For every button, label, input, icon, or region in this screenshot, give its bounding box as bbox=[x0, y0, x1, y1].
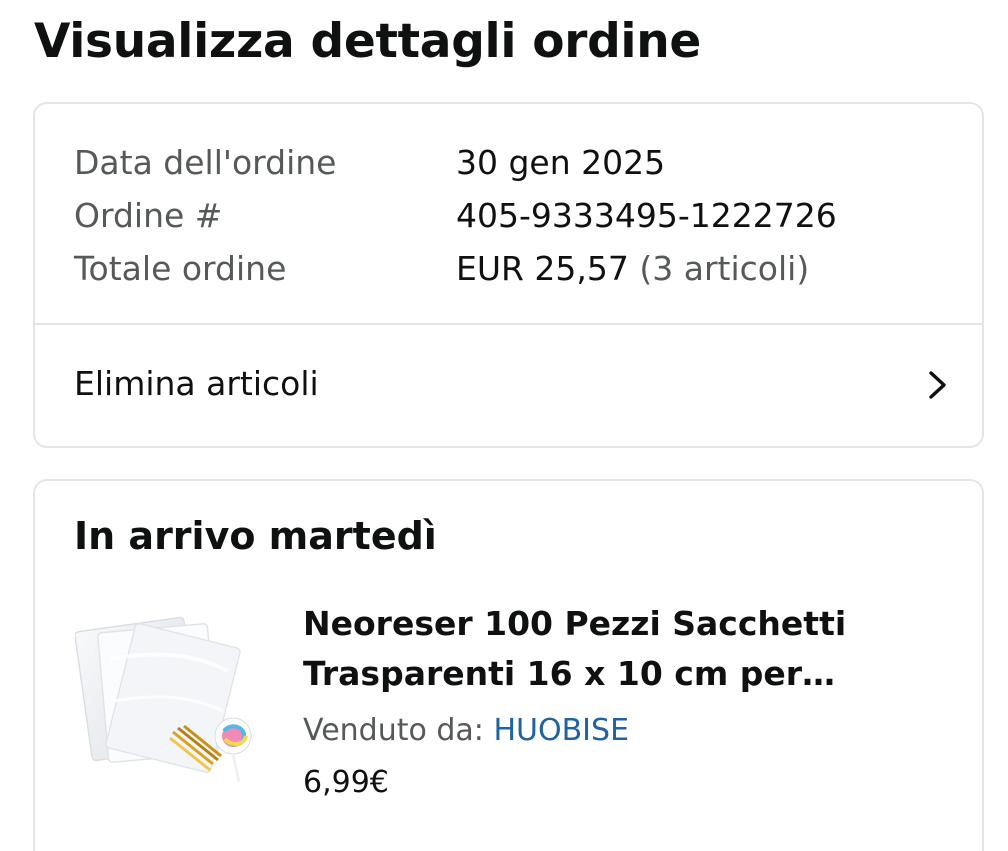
lollipop-icon bbox=[214, 717, 252, 783]
delete-items-label: Elimina articoli bbox=[74, 364, 319, 403]
order-date-row: Data dell'ordine 30 gen 2025 bbox=[74, 136, 962, 189]
product-info: Neoreser 100 Pezzi Sacchetti Trasparenti… bbox=[303, 599, 953, 803]
order-number-label: Ordine # bbox=[74, 196, 223, 235]
delete-items-row[interactable]: Elimina articoli bbox=[35, 325, 982, 446]
order-details-page: Visualizza dettagli ordine Data dell'ord… bbox=[0, 0, 1008, 851]
order-total-label: Totale ordine bbox=[74, 249, 287, 288]
chevron-right-icon bbox=[929, 371, 946, 399]
product-price: 6,99€ bbox=[303, 765, 389, 800]
product-thumbnail-image[interactable] bbox=[75, 606, 265, 786]
order-number-row: Ordine # 405-9333495-1222726 bbox=[74, 189, 962, 242]
order-total-row: Totale ordine EUR 25,57 (3 articoli) bbox=[74, 242, 962, 295]
seller-link[interactable]: HUOBISE bbox=[493, 713, 629, 748]
order-summary-card: Data dell'ordine 30 gen 2025 Ordine # 40… bbox=[33, 102, 984, 448]
order-number-value: 405-9333495-1222726 bbox=[456, 196, 837, 235]
shipment-status-title: In arrivo martedì bbox=[74, 514, 437, 558]
page-title: Visualizza dettagli ordine bbox=[34, 14, 701, 69]
order-date-label: Data dell'ordine bbox=[74, 143, 337, 182]
order-summary-table: Data dell'ordine 30 gen 2025 Ordine # 40… bbox=[74, 136, 962, 295]
order-total-value: EUR 25,57 bbox=[456, 249, 629, 288]
seller-label: Venduto da: bbox=[303, 713, 484, 748]
order-total-value-group: EUR 25,57 (3 articoli) bbox=[456, 242, 809, 295]
order-item-count: (3 articoli) bbox=[639, 249, 810, 288]
order-date-value: 30 gen 2025 bbox=[456, 143, 666, 182]
seller-line: Venduto da: HUOBISE bbox=[303, 711, 953, 751]
product-title-link[interactable]: Neoreser 100 Pezzi Sacchetti Trasparenti… bbox=[303, 599, 953, 699]
shipment-card: In arrivo martedì Neoreser 100 Pezzi Sac… bbox=[33, 479, 984, 851]
